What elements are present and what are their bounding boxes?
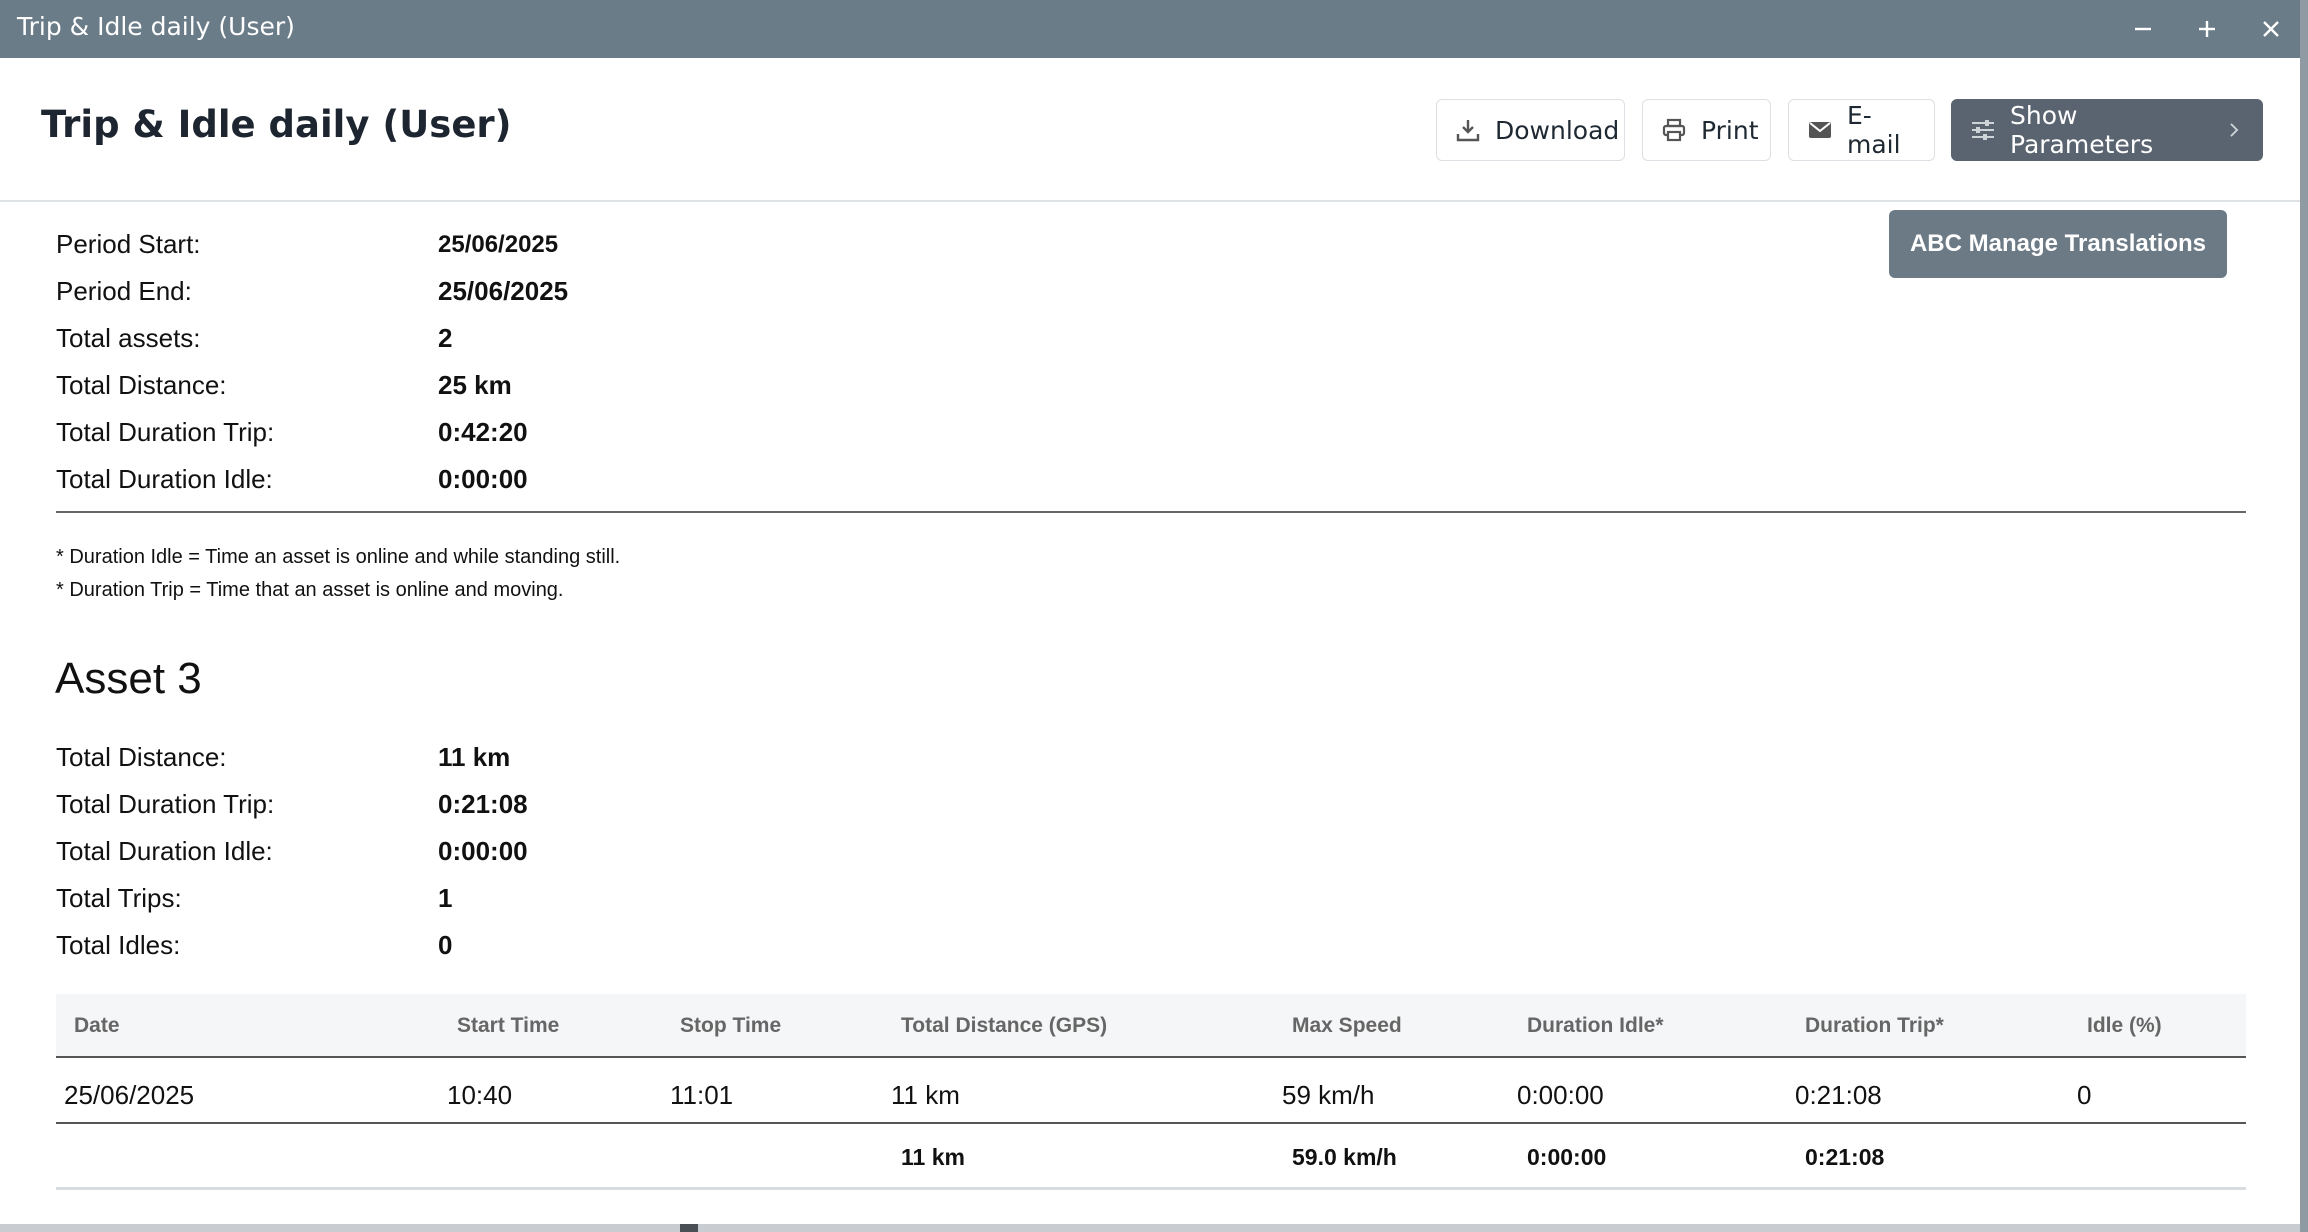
summary-label: Total Distance:: [56, 370, 227, 400]
window-title: Trip & Idle daily (User): [17, 12, 295, 41]
asset-stat-label: Total Distance:: [56, 742, 227, 772]
asset-stat-value: 0:00:00: [438, 836, 528, 866]
close-button[interactable]: [2249, 7, 2293, 51]
asset-title: Asset 3: [55, 654, 202, 703]
table-row: 25/06/2025 10:40 11:01 11 km 59 km/h 0:0…: [56, 1058, 2246, 1124]
summary-label: Total Duration Idle:: [56, 464, 273, 494]
asset-stat-value: 0: [438, 930, 453, 960]
summary-value: 25 km: [438, 370, 512, 400]
report-header: Trip & Idle daily (User) Download Print …: [0, 58, 2300, 202]
summary-label: Period Start:: [56, 229, 201, 259]
background-edge: [2300, 0, 2308, 1232]
column-header-duration-idle[interactable]: Duration Idle*: [1527, 1014, 1664, 1038]
asset-stat-label: Total Trips:: [56, 883, 182, 913]
total-distance: 11 km: [901, 1144, 965, 1170]
plus-icon: [2199, 21, 2215, 37]
cell-duration-trip: 0:21:08: [1795, 1080, 1882, 1110]
maximize-button[interactable]: [2185, 7, 2229, 51]
trips-table: Date Start Time Stop Time Total Distance…: [56, 994, 2246, 1190]
column-header-date[interactable]: Date: [74, 1014, 120, 1038]
summary-value: 25/06/2025: [438, 231, 559, 258]
section-divider: [56, 511, 2246, 513]
cell-max-speed: 59 km/h: [1282, 1080, 1375, 1110]
table-totals-row: 11 km 59.0 km/h 0:00:00 0:21:08: [56, 1124, 2246, 1190]
sliders-icon: [1972, 120, 1994, 140]
cell-idle-percent: 0: [2077, 1080, 2092, 1110]
asset-stat-label: Total Duration Idle:: [56, 836, 273, 866]
print-label: Print: [1701, 115, 1759, 145]
cell-start-time: 10:40: [447, 1080, 513, 1110]
note-idle: * Duration Idle = Time an asset is onlin…: [56, 546, 621, 568]
download-icon: [1456, 120, 1480, 142]
summary-value: 25/06/2025: [438, 276, 569, 306]
minimize-icon: [2135, 27, 2151, 31]
manage-translations-button[interactable]: ABC Manage Translations: [1889, 210, 2227, 278]
total-duration-idle: 0:00:00: [1527, 1144, 1607, 1170]
close-icon: [2263, 21, 2279, 37]
column-header-start-time[interactable]: Start Time: [457, 1014, 559, 1038]
page-title: Trip & Idle daily (User): [41, 103, 512, 146]
column-header-idle-percent[interactable]: Idle (%): [2087, 1014, 2162, 1038]
summary-label: Total assets:: [56, 323, 201, 353]
asset-stat-label: Total Duration Trip:: [56, 789, 275, 819]
report-content[interactable]: ABC Manage Translations Period Start: 25…: [0, 202, 2300, 1224]
summary-value: 0:00:00: [438, 464, 528, 494]
cell-date: 25/06/2025: [64, 1080, 195, 1110]
total-duration-trip: 0:21:08: [1805, 1144, 1885, 1170]
report-window: Trip & Idle daily (User) Trip & Idle dai…: [0, 0, 2300, 1224]
printer-icon: [1662, 118, 1686, 142]
column-header-stop-time[interactable]: Stop Time: [680, 1014, 781, 1038]
download-label: Download: [1495, 115, 1620, 145]
download-button[interactable]: Download: [1436, 99, 1625, 161]
chevron-right-icon: [2230, 123, 2239, 137]
envelope-icon: [1809, 122, 1831, 138]
summary-value: 2: [438, 323, 453, 353]
table-header: Date Start Time Stop Time Total Distance…: [56, 994, 2246, 1058]
email-button[interactable]: E-mail: [1788, 99, 1935, 161]
cell-total-distance: 11 km: [891, 1080, 960, 1110]
print-button[interactable]: Print: [1642, 99, 1771, 161]
column-header-duration-trip[interactable]: Duration Trip*: [1805, 1014, 1944, 1038]
asset-stat-value: 0:21:08: [438, 789, 528, 819]
summary-value: 0:42:20: [438, 417, 528, 447]
scrollbar-thumb[interactable]: [680, 1224, 698, 1232]
cell-duration-idle: 0:00:00: [1517, 1080, 1604, 1110]
total-max-speed: 59.0 km/h: [1292, 1144, 1397, 1170]
summary-label: Period End:: [56, 276, 192, 306]
window-titlebar[interactable]: Trip & Idle daily (User): [0, 0, 2300, 58]
show-parameters-label: Show Parameters: [2010, 101, 2154, 159]
asset-stat-value: 11 km: [438, 742, 511, 772]
column-header-max-speed[interactable]: Max Speed: [1292, 1014, 1402, 1038]
note-trip: * Duration Trip = Time that an asset is …: [56, 579, 564, 601]
minimize-button[interactable]: [2121, 7, 2165, 51]
show-parameters-button[interactable]: Show Parameters: [1951, 99, 2263, 161]
cell-stop-time: 11:01: [670, 1080, 734, 1110]
email-label: E-mail: [1847, 101, 1901, 159]
asset-stat-label: Total Idles:: [56, 930, 181, 960]
asset-stat-value: 1: [438, 883, 453, 913]
horizontal-scrollbar[interactable]: [0, 1224, 2300, 1232]
summary-label: Total Duration Trip:: [56, 417, 275, 447]
column-header-total-distance[interactable]: Total Distance (GPS): [901, 1014, 1107, 1038]
